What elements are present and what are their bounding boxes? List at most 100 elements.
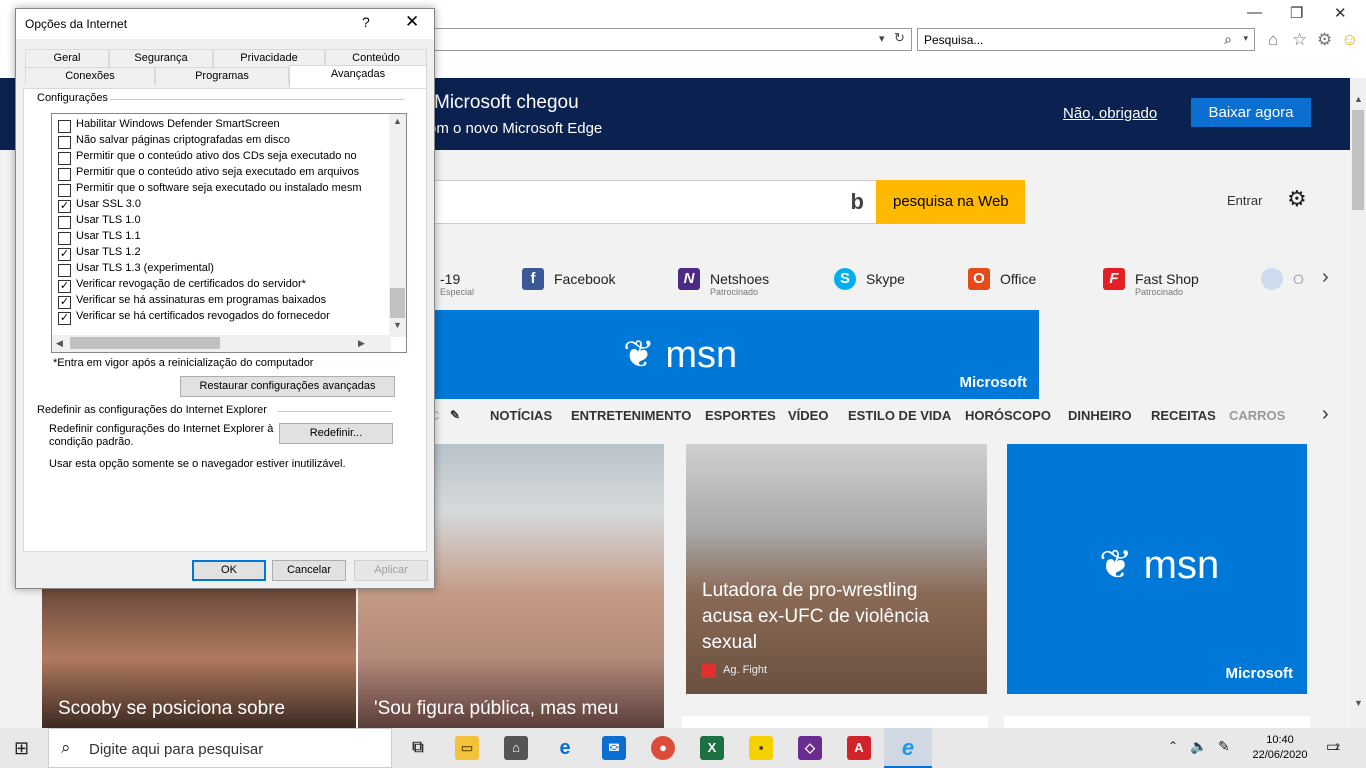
edit-pencil-icon[interactable]: ✎ (450, 408, 460, 422)
setting-row[interactable]: ✓ Verificar se há certificados revogados … (58, 310, 330, 326)
quicklinks-next-icon[interactable]: › (1322, 266, 1329, 289)
store-icon[interactable]: ⌂ (504, 736, 528, 760)
setting-row[interactable]: Habilitar Windows Defender SmartScreen (58, 118, 280, 134)
quicklink-office[interactable]: O Office (968, 266, 1048, 298)
checkbox[interactable] (58, 184, 71, 197)
reset-button[interactable]: Redefinir... (279, 423, 393, 444)
dialog-titlebar[interactable]: Opções da Internet ? ✕ (16, 9, 434, 39)
page-scrollbar[interactable]: ▲ ▼ (1350, 78, 1366, 728)
tab-seguranca[interactable]: Segurança (109, 49, 213, 67)
refresh-icon[interactable]: ↻ (894, 30, 905, 46)
quicklink-facebook[interactable]: f Facebook (522, 266, 622, 298)
checkbox[interactable] (58, 136, 71, 149)
bing-search-input[interactable]: b (430, 180, 876, 224)
acrobat-icon[interactable]: A (847, 736, 871, 760)
setting-row[interactable]: Usar TLS 1.0 (58, 214, 141, 230)
checkbox[interactable] (58, 264, 71, 277)
setting-row[interactable]: Usar TLS 1.3 (experimental) (58, 262, 214, 278)
chrome-icon[interactable]: ● (651, 736, 675, 760)
address-dropdown-icon[interactable]: ▾ (879, 32, 885, 45)
settings-icon[interactable]: ⚙ (1317, 30, 1332, 50)
help-icon[interactable]: ? (362, 14, 370, 30)
settings-list[interactable]: Habilitar Windows Defender SmartScreen N… (51, 113, 407, 353)
volume-icon[interactable]: 🔈 (1190, 738, 1207, 755)
setting-row[interactable]: Permitir que o software seja executado o… (58, 182, 362, 198)
setting-row[interactable]: ✓ Usar TLS 1.2 (58, 246, 141, 262)
restore-advanced-button[interactable]: Restaurar configurações avançadas (180, 376, 395, 397)
nav-next-icon[interactable]: › (1322, 403, 1329, 426)
setting-row[interactable]: ✓ Verificar se há assinaturas em programa… (58, 294, 326, 310)
news-card-girl-top[interactable] (430, 444, 664, 594)
checkbox-checked[interactable]: ✓ (58, 200, 71, 213)
setting-row[interactable]: Não salvar páginas criptografadas em dis… (58, 134, 290, 150)
edge-icon[interactable]: e (553, 736, 577, 760)
decline-link[interactable]: Não, obrigado (1063, 105, 1157, 122)
checkbox-checked[interactable]: ✓ (58, 280, 71, 293)
restore-icon[interactable]: ❐ (1290, 4, 1303, 22)
tray-chevron-icon[interactable]: ⌃ (1168, 739, 1178, 753)
favorites-icon[interactable]: ☆ (1292, 30, 1307, 50)
checkbox[interactable] (58, 216, 71, 229)
quicklink-netshoes[interactable]: N Netshoes Patrocinado (678, 266, 778, 298)
nav-item[interactable]: ENTRETENIMENTO (571, 408, 691, 423)
scroll-right-icon[interactable]: ▶ (358, 338, 365, 349)
nav-item[interactable]: CARROS (1229, 408, 1285, 423)
minimize-icon[interactable]: — (1247, 4, 1262, 21)
download-button[interactable]: Baixar agora (1191, 98, 1311, 127)
setting-row[interactable]: ✓ Verificar revogação de certificados do … (58, 278, 306, 294)
tab-avancadas[interactable]: Avançadas (289, 65, 427, 88)
checkbox-checked[interactable]: ✓ (58, 312, 71, 325)
browser-search-input[interactable]: Pesquisa... ⌕ ▾ (917, 28, 1255, 51)
checkbox[interactable] (58, 120, 71, 133)
list-vertical-scrollbar[interactable]: ▲ ▼ (389, 114, 406, 337)
nav-item[interactable]: ESPORTES (705, 408, 776, 423)
ie-taskbar-active[interactable]: e (884, 728, 932, 768)
scroll-up-icon[interactable]: ▲ (393, 116, 402, 126)
close-window-icon[interactable]: ✕ (1334, 4, 1347, 22)
list-horizontal-thumb[interactable] (70, 337, 220, 349)
nav-item[interactable]: NOTÍCIAS (490, 408, 552, 423)
file-explorer-icon[interactable]: ▭ (455, 736, 479, 760)
quicklink-onedrive[interactable]: O (1261, 266, 1313, 298)
mail-icon[interactable]: ✉ (602, 736, 626, 760)
msn-ad-banner[interactable]: ❦ msn Microsoft (430, 310, 1039, 399)
windows-start-icon[interactable]: ⊞ (14, 738, 29, 759)
apply-button[interactable]: Aplicar (354, 560, 428, 581)
ok-button[interactable]: OK (192, 560, 266, 581)
task-view-icon[interactable]: ⧉ (406, 736, 430, 760)
checkbox-checked[interactable]: ✓ (58, 296, 71, 309)
scroll-left-icon[interactable]: ◀ (56, 338, 63, 349)
checkbox[interactable] (58, 232, 71, 245)
list-horizontal-scrollbar[interactable]: ◀ ▶ (52, 335, 391, 352)
checkbox-checked[interactable]: ✓ (58, 248, 71, 261)
tab-programas[interactable]: Programas (155, 67, 289, 85)
clock[interactable]: 10:40 22/06/2020 (1250, 733, 1310, 763)
home-icon[interactable]: ⌂ (1268, 30, 1278, 50)
checkbox[interactable] (58, 168, 71, 181)
pen-icon[interactable]: ✎ (1218, 738, 1230, 755)
setting-row[interactable]: Permitir que o conteúdo ativo seja execu… (58, 166, 359, 182)
setting-row[interactable]: Permitir que o conteúdo ativo dos CDs se… (58, 150, 357, 166)
msn-tile[interactable]: ❦ msn Microsoft (1007, 444, 1307, 694)
news-card-wrestler[interactable]: Lutadora de pro-wrestling acusa ex-UFC d… (686, 444, 987, 694)
sticky-notes-icon[interactable]: ▪ (749, 736, 773, 760)
nav-item[interactable]: RECEITAS (1151, 408, 1216, 423)
signin-link[interactable]: Entrar (1227, 193, 1262, 208)
smiley-icon[interactable]: ☺ (1341, 30, 1358, 50)
tab-conexoes[interactable]: Conexões (25, 67, 155, 85)
search-icon[interactable]: ⌕ (1224, 31, 1232, 48)
visual-studio-icon[interactable]: ◇ (798, 736, 822, 760)
nav-item[interactable]: DINHEIRO (1068, 408, 1132, 423)
taskbar-search[interactable]: ⌕ Digite aqui para pesquisar (48, 728, 392, 768)
excel-icon[interactable]: X (700, 736, 724, 760)
checkbox[interactable] (58, 152, 71, 165)
setting-row[interactable]: ✓ Usar SSL 3.0 (58, 198, 141, 214)
search-dropdown-icon[interactable]: ▾ (1243, 33, 1248, 44)
notification-icon[interactable]: ▭ 2 (1326, 738, 1340, 755)
news-card-girl[interactable]: 'Sou figura pública, mas meu (358, 589, 664, 728)
page-scrollbar-thumb[interactable] (1352, 110, 1364, 210)
nav-item[interactable]: ESTILO DE VIDA (848, 408, 951, 423)
page-settings-icon[interactable]: ⚙ (1287, 186, 1307, 212)
nav-item[interactable]: VÍDEO (788, 408, 828, 423)
web-search-button[interactable]: pesquisa na Web (876, 180, 1025, 224)
